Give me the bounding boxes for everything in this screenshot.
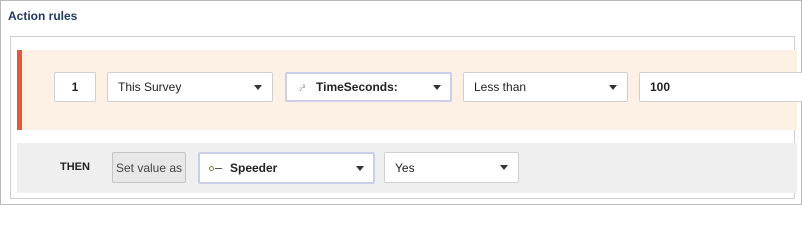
set-value-button-label: Set value as (115, 160, 183, 175)
variable-dropdown-value: Speeder (230, 161, 278, 175)
rule-panel: 1 This Survey ₂³ TimeSeconds: Less than … (10, 36, 802, 199)
source-dropdown-value: This Survey (118, 80, 182, 94)
chevron-down-icon (254, 84, 262, 90)
operator-dropdown-value: Less than (474, 80, 527, 94)
operator-dropdown[interactable]: Less than (463, 72, 628, 102)
numeric-type-icon: ₂³ (299, 82, 305, 92)
chevron-down-icon (609, 84, 617, 90)
action-value-dropdown[interactable]: Yes (384, 152, 519, 183)
variable-dropdown[interactable]: Speeder (198, 152, 375, 184)
section-title: Action rules (8, 9, 78, 23)
condition-value-text: 100 (650, 80, 671, 94)
field-dropdown-value: TimeSeconds: (316, 80, 398, 94)
condition-value-input[interactable]: 100 (639, 72, 802, 102)
condition-row: 1 This Survey ₂³ TimeSeconds: Less than … (17, 50, 802, 130)
rule-index-field[interactable]: 1 (54, 72, 96, 102)
variable-icon (209, 165, 222, 171)
then-label: THEN (60, 161, 90, 173)
field-dropdown[interactable]: ₂³ TimeSeconds: (285, 72, 452, 102)
set-value-button[interactable]: Set value as (112, 152, 186, 183)
chevron-down-icon (356, 165, 364, 171)
condition-accent-bar (17, 50, 22, 130)
source-dropdown[interactable]: This Survey (107, 72, 273, 102)
rule-index-value: 1 (71, 80, 79, 94)
chevron-down-icon (500, 165, 508, 170)
action-value-dropdown-value: Yes (395, 160, 415, 175)
chevron-down-icon (433, 84, 441, 90)
action-row: THEN Set value as Speeder Yes (17, 143, 797, 193)
